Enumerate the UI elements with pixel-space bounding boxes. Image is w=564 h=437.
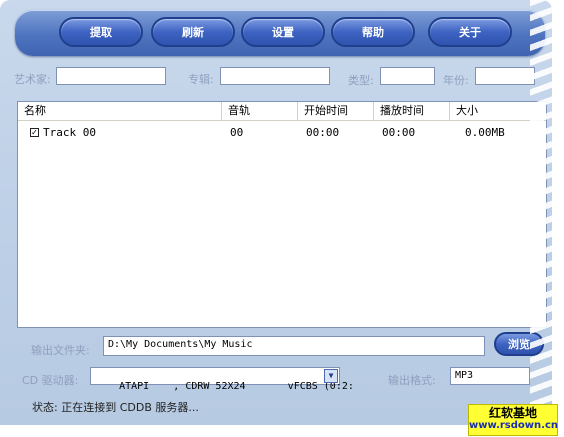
help-button[interactable]: 帮助: [331, 17, 415, 47]
album-label: 专辑:: [188, 73, 214, 86]
cd-drive-label: CD 驱动器:: [22, 374, 79, 387]
track-name: Track 00: [43, 126, 96, 139]
watermark-title: 红软基地: [488, 406, 537, 420]
status-label: 状态:: [32, 401, 58, 414]
year-label: 年份:: [443, 74, 469, 87]
column-header-size[interactable]: 大小: [450, 102, 546, 120]
track-number: 00: [230, 126, 244, 139]
output-format-select[interactable]: MP3: [450, 367, 530, 385]
output-format-label: 输出格式:: [388, 374, 436, 387]
chevron-down-icon[interactable]: ▼: [324, 369, 338, 383]
extract-button[interactable]: 提取: [59, 17, 143, 47]
refresh-button[interactable]: 刷新: [151, 17, 235, 47]
app-window: 提取 刷新 设置 帮助 关于 艺术家: 专辑: 类型: 年份: 名称 音轨 开始…: [0, 0, 552, 425]
column-header-duration[interactable]: 播放时间: [374, 102, 450, 120]
track-start: 00:00: [306, 126, 340, 139]
genre-field[interactable]: [380, 67, 435, 85]
about-button[interactable]: 关于: [428, 17, 512, 47]
track-duration: 00:00: [382, 126, 416, 139]
track-size: 0.00MB: [465, 126, 505, 139]
toolbar: 提取 刷新 设置 帮助 关于: [15, 10, 545, 56]
track-list[interactable]: 名称 音轨 开始时间 播放时间 大小 ✓ Track 00 00 00:00 0…: [17, 101, 547, 328]
status-text: 正在连接到 CDDB 服务器...: [61, 401, 199, 414]
cd-drive-value: ATAPI , CDRW 52X24 vFCBS (0:2:: [119, 381, 354, 392]
album-field[interactable]: [220, 67, 330, 85]
artist-field[interactable]: [56, 67, 166, 85]
output-folder-field[interactable]: D:\My Documents\My Music: [103, 336, 485, 356]
artist-label: 艺术家:: [14, 73, 51, 86]
genre-label: 类型:: [348, 74, 374, 87]
watermark-url: www.rsdown.cn: [469, 420, 558, 431]
browse-button[interactable]: 浏览: [494, 332, 544, 356]
column-header-track[interactable]: 音轨: [222, 102, 298, 120]
output-folder-label: 输出文件夹:: [31, 344, 90, 357]
track-checkbox[interactable]: ✓: [30, 128, 39, 137]
status-bar: 状态: 正在连接到 CDDB 服务器...: [32, 399, 199, 415]
settings-button[interactable]: 设置: [241, 17, 325, 47]
cd-drive-select[interactable]: ATAPI , CDRW 52X24 vFCBS (0:2: ▼: [90, 367, 354, 392]
year-field[interactable]: [475, 67, 535, 85]
track-list-header: 名称 音轨 开始时间 播放时间 大小: [18, 102, 546, 121]
watermark-logo: 红软基地 www.rsdown.cn: [468, 404, 558, 436]
column-header-name[interactable]: 名称: [18, 102, 222, 120]
column-header-start[interactable]: 开始时间: [298, 102, 374, 120]
